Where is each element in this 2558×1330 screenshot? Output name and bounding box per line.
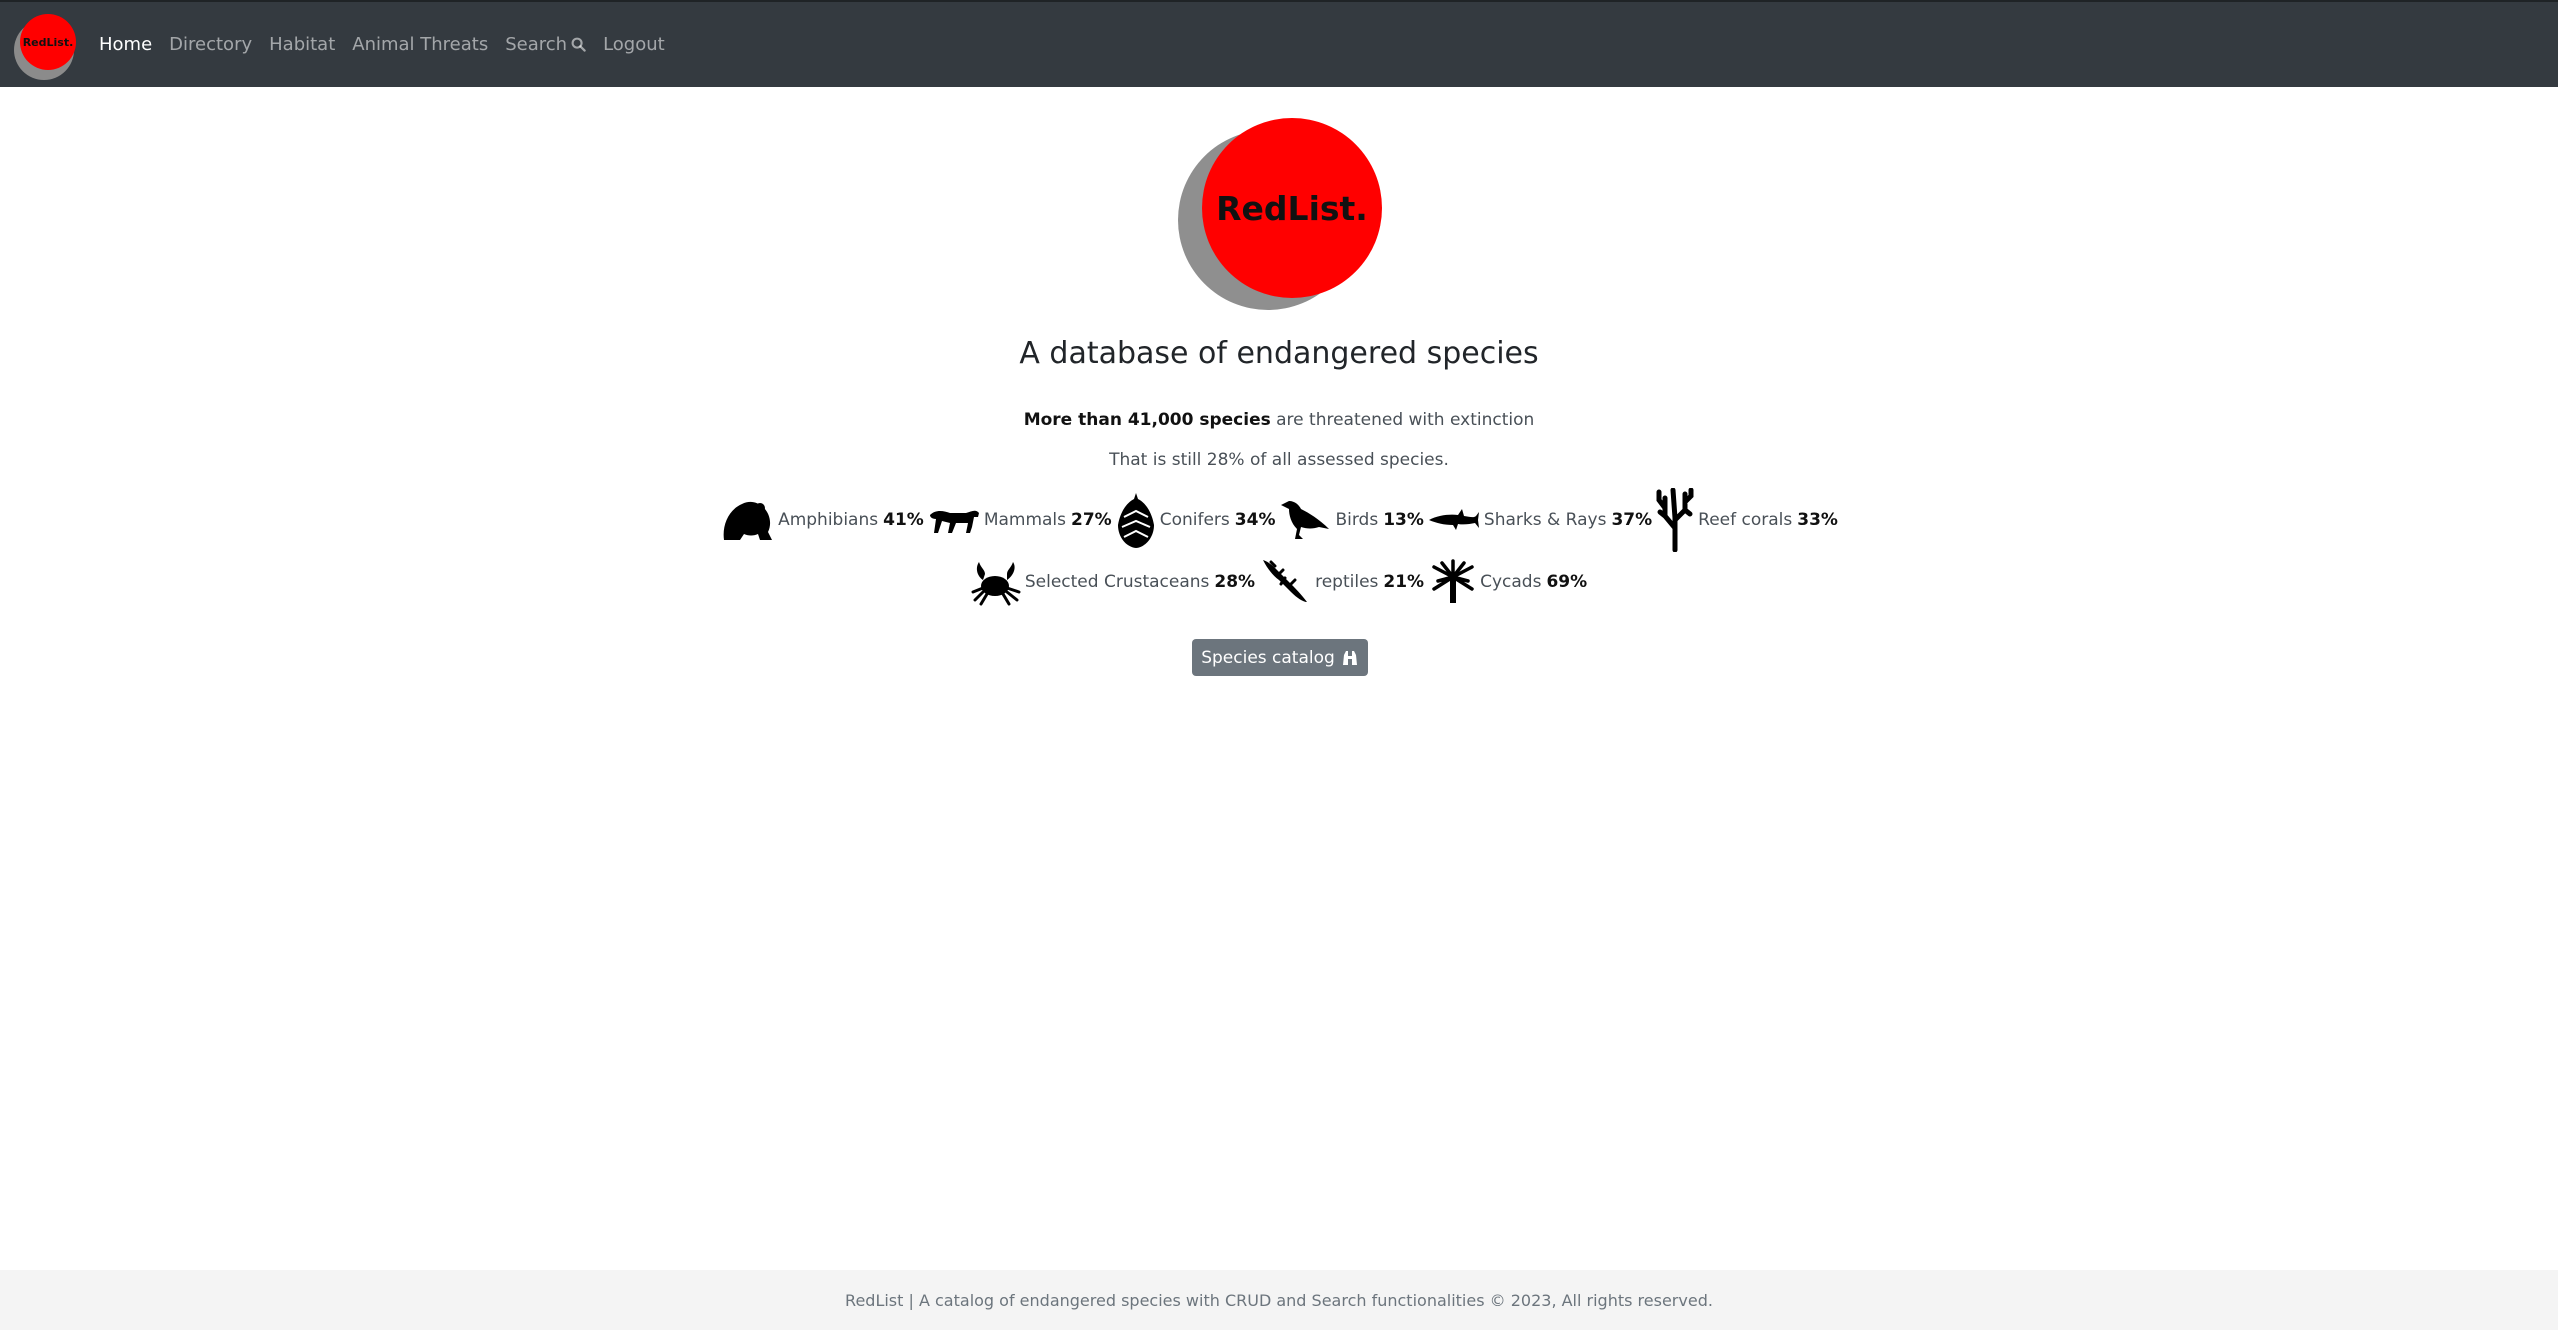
frog-icon bbox=[723, 501, 773, 540]
species-percent: 27% bbox=[1071, 510, 1112, 530]
species-percent: 41% bbox=[883, 510, 924, 530]
nav-link-label: Search bbox=[505, 34, 568, 55]
species-item-crustaceans: Selected Crustaceans 28% bbox=[971, 558, 1255, 606]
palm-icon bbox=[1432, 559, 1474, 603]
species-name: Amphibians bbox=[778, 510, 879, 530]
nav-link-directory[interactable]: Directory bbox=[169, 34, 252, 55]
panther-icon bbox=[929, 510, 979, 533]
nav-link-label: Home bbox=[99, 34, 153, 55]
page-headline: A database of endangered species bbox=[1019, 336, 1539, 371]
species-item-conifers: Conifers 34% bbox=[1116, 491, 1276, 549]
species-name: Conifers bbox=[1159, 510, 1230, 530]
hero-logo: RedList. bbox=[1178, 118, 1382, 310]
species-name: Mammals bbox=[983, 510, 1067, 530]
species-item-reef-corals: Reef corals 33% bbox=[1656, 488, 1838, 552]
navbar: RedList. Home Directory Habitat Animal T… bbox=[0, 0, 2558, 87]
nav-link-animal-threats[interactable]: Animal Threats bbox=[352, 34, 488, 55]
binoculars-icon bbox=[1342, 650, 1357, 665]
species-name: Selected Crustaceans bbox=[1024, 572, 1210, 592]
threat-stat-bold: More than 41,000 species bbox=[1023, 410, 1271, 430]
species-item-reptiles: reptiles 21% bbox=[1261, 558, 1424, 606]
species-name: Sharks & Rays bbox=[1483, 510, 1607, 530]
species-catalog-label: Species catalog bbox=[1201, 647, 1335, 668]
species-name: Cycads bbox=[1480, 572, 1542, 592]
footer-text: RedList | A catalog of endangered specie… bbox=[845, 1290, 1713, 1310]
species-item-mammals: Mammals 27% bbox=[928, 505, 1112, 535]
species-percent: 69% bbox=[1546, 572, 1588, 592]
threat-stat: More than 41,000 species are threatened … bbox=[0, 410, 2558, 430]
logo-text: RedList. bbox=[22, 35, 74, 49]
nav-link-label: Animal Threats bbox=[352, 34, 489, 55]
species-percent: 21% bbox=[1383, 572, 1425, 592]
nav-links: Home Directory Habitat Animal Threats Se… bbox=[99, 2, 682, 87]
species-percent: 33% bbox=[1797, 510, 1838, 530]
nav-logo[interactable]: RedList. bbox=[14, 14, 78, 80]
species-item-cycads: Cycads 69% bbox=[1430, 559, 1587, 605]
coral-icon bbox=[1656, 488, 1694, 552]
shark-icon bbox=[1428, 509, 1479, 530]
species-catalog-button[interactable]: Species catalog bbox=[1192, 639, 1368, 676]
species-percent: 34% bbox=[1234, 510, 1276, 530]
hero-logo-text: RedList. bbox=[1216, 188, 1368, 228]
species-percent: 37% bbox=[1611, 510, 1653, 530]
species-name: Birds bbox=[1335, 510, 1379, 530]
species-percent: 28% bbox=[1214, 572, 1256, 592]
species-name: reptiles bbox=[1315, 572, 1379, 592]
logo-red-circle: RedList. bbox=[20, 14, 76, 70]
nav-link-home[interactable]: Home bbox=[99, 34, 152, 55]
nav-link-label: Logout bbox=[603, 34, 665, 55]
assessed-stat: That is still 28% of all assessed specie… bbox=[1109, 450, 1449, 470]
footer: RedList | A catalog of endangered specie… bbox=[0, 1270, 2558, 1330]
species-name: Reef corals bbox=[1698, 510, 1793, 530]
species-item-amphibians: Amphibians 41% bbox=[720, 496, 924, 544]
search-icon bbox=[571, 37, 586, 52]
species-row-2: Selected Crustaceans 28% reptiles 21% Cy… bbox=[0, 554, 2558, 610]
crab-icon bbox=[971, 562, 1021, 606]
species-item-sharks-rays: Sharks & Rays 37% bbox=[1428, 508, 1652, 532]
nav-link-label: Habitat bbox=[269, 34, 336, 55]
hero-logo-red-circle: RedList. bbox=[1202, 118, 1382, 298]
threat-stat-rest: are threatened with extinction bbox=[1270, 410, 1535, 430]
pinecone-icon bbox=[1117, 493, 1154, 548]
nav-link-logout[interactable]: Logout bbox=[603, 34, 665, 55]
nav-link-label: Directory bbox=[169, 34, 253, 55]
species-item-birds: Birds 13% bbox=[1279, 499, 1424, 541]
crow-icon bbox=[1281, 501, 1330, 539]
nav-link-habitat[interactable]: Habitat bbox=[269, 34, 335, 55]
lizard-icon bbox=[1263, 560, 1308, 602]
species-row-1: Amphibians 41% Mammals 27% Conifers 34% … bbox=[0, 488, 2558, 552]
species-percent: 13% bbox=[1383, 510, 1424, 530]
nav-link-search[interactable]: Search bbox=[505, 34, 586, 55]
